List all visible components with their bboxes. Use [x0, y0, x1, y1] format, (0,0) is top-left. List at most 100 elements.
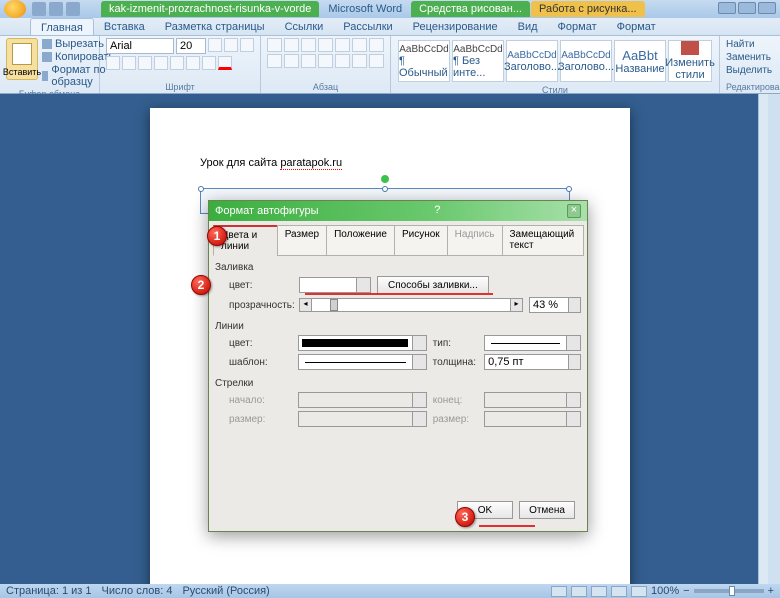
- zoom-value[interactable]: 100%: [651, 585, 679, 597]
- find-button[interactable]: Найти: [726, 38, 780, 51]
- grow-font-button[interactable]: [208, 38, 222, 52]
- status-lang[interactable]: Русский (Россия): [182, 585, 269, 597]
- chevron-down-icon: [356, 278, 370, 292]
- view-full-screen[interactable]: [571, 586, 587, 597]
- tab-mailings[interactable]: Рассылки: [333, 18, 402, 35]
- qat-undo-icon[interactable]: [49, 2, 63, 16]
- line-type-dropdown[interactable]: [484, 335, 581, 351]
- select-button[interactable]: Выделить: [726, 64, 780, 77]
- multilevel-button[interactable]: [301, 38, 316, 52]
- strike-button[interactable]: [154, 56, 168, 70]
- spinner-buttons[interactable]: [568, 355, 580, 369]
- transparency-text: 43 %: [533, 299, 558, 311]
- vertical-scrollbar[interactable]: [768, 94, 780, 584]
- view-draft[interactable]: [631, 586, 647, 597]
- view-print-layout[interactable]: [551, 586, 567, 597]
- cancel-button[interactable]: Отмена: [519, 501, 575, 519]
- status-words[interactable]: Число слов: 4: [102, 585, 173, 597]
- clear-format-button[interactable]: [240, 38, 254, 52]
- style-normal[interactable]: AaBbCcDd¶ Обычный: [398, 40, 450, 82]
- dlg-tab-alttext[interactable]: Замещающий текст: [502, 225, 584, 256]
- shading-button[interactable]: [352, 54, 367, 68]
- subscript-button[interactable]: [170, 56, 184, 70]
- dlg-tab-size[interactable]: Размер: [277, 225, 327, 256]
- line-template-dropdown[interactable]: [298, 354, 426, 370]
- paste-button[interactable]: Вставить: [6, 38, 38, 80]
- slider-dec-button[interactable]: ◂: [300, 299, 312, 311]
- qat-redo-icon[interactable]: [66, 2, 80, 16]
- replace-button[interactable]: Заменить: [726, 51, 780, 64]
- status-page[interactable]: Страница: 1 из 1: [6, 585, 92, 597]
- tab-view[interactable]: Вид: [508, 18, 548, 35]
- tab-insert[interactable]: Вставка: [94, 18, 155, 35]
- maximize-button[interactable]: [738, 2, 756, 14]
- fill-color-dropdown[interactable]: [299, 277, 371, 293]
- dialog-title: Формат автофигуры: [215, 205, 319, 217]
- superscript-button[interactable]: [186, 56, 200, 70]
- tab-format-draw[interactable]: Формат: [548, 18, 607, 35]
- highlight-button[interactable]: [202, 56, 216, 70]
- bold-button[interactable]: [106, 56, 120, 70]
- zoom-in-button[interactable]: +: [768, 585, 774, 597]
- indent-inc-button[interactable]: [335, 38, 350, 52]
- font-size-combo[interactable]: 20: [176, 38, 206, 54]
- slider-inc-button[interactable]: ▸: [510, 299, 522, 311]
- font-name-combo[interactable]: Arial: [106, 38, 174, 54]
- font-color-button[interactable]: [218, 56, 232, 70]
- resize-handle-n[interactable]: [382, 186, 388, 192]
- tab-references[interactable]: Ссылки: [275, 18, 334, 35]
- indent-dec-button[interactable]: [318, 38, 333, 52]
- transparency-value[interactable]: 43 %: [529, 297, 581, 313]
- view-web-layout[interactable]: [591, 586, 607, 597]
- resize-handle-nw[interactable]: [198, 186, 204, 192]
- document-heading: Урок для сайта paratapok.ru: [200, 150, 580, 172]
- tab-layout[interactable]: Разметка страницы: [155, 18, 275, 35]
- align-center-button[interactable]: [284, 54, 299, 68]
- tab-format-pic[interactable]: Формат: [607, 18, 666, 35]
- underline-button[interactable]: [138, 56, 152, 70]
- style-title[interactable]: AaBbtНазвание: [614, 40, 666, 82]
- slider-thumb[interactable]: [330, 299, 338, 311]
- style-name: Заголово...: [504, 61, 560, 73]
- view-outline[interactable]: [611, 586, 627, 597]
- close-button[interactable]: [758, 2, 776, 14]
- show-marks-button[interactable]: [369, 38, 384, 52]
- zoom-slider[interactable]: [694, 589, 764, 593]
- transparency-slider[interactable]: ◂▸: [299, 298, 523, 312]
- style-no-spacing[interactable]: AaBbCcDd¶ Без инте...: [452, 40, 504, 82]
- line-spacing-button[interactable]: [335, 54, 350, 68]
- rotate-handle[interactable]: [381, 175, 389, 183]
- annotation-underline-1: [305, 293, 493, 295]
- office-button[interactable]: [4, 0, 26, 18]
- line-color-dropdown[interactable]: [298, 335, 426, 351]
- zoom-out-button[interactable]: −: [683, 585, 689, 597]
- dialog-close-button[interactable]: ×: [567, 204, 581, 218]
- justify-button[interactable]: [318, 54, 333, 68]
- minimize-button[interactable]: [718, 2, 736, 14]
- tab-home[interactable]: Главная: [30, 18, 94, 35]
- numbering-button[interactable]: [284, 38, 299, 52]
- dlg-tab-textbox: Надпись: [447, 225, 503, 256]
- change-styles-button[interactable]: Изменить стили: [668, 40, 712, 82]
- line-thickness-spinner[interactable]: 0,75 пт: [484, 354, 581, 370]
- resize-handle-ne[interactable]: [566, 186, 572, 192]
- zoom-thumb[interactable]: [729, 586, 735, 596]
- tab-review[interactable]: Рецензирование: [403, 18, 508, 35]
- shrink-font-button[interactable]: [224, 38, 238, 52]
- dialog-help-button[interactable]: ?: [434, 204, 448, 218]
- dlg-tab-position[interactable]: Положение: [326, 225, 395, 256]
- bullets-button[interactable]: [267, 38, 282, 52]
- italic-button[interactable]: [122, 56, 136, 70]
- fill-methods-button[interactable]: Способы заливки...: [377, 276, 489, 294]
- align-left-button[interactable]: [267, 54, 282, 68]
- borders-button[interactable]: [369, 54, 384, 68]
- style-heading2[interactable]: AaBbCcDdЗаголово...: [560, 40, 612, 82]
- style-heading1[interactable]: AaBbCcDdЗаголово...: [506, 40, 558, 82]
- dlg-tab-picture[interactable]: Рисунок: [394, 225, 448, 256]
- qat-save-icon[interactable]: [32, 2, 46, 16]
- sort-button[interactable]: [352, 38, 367, 52]
- style-preview: AaBbCcDd: [561, 50, 610, 61]
- dialog-titlebar[interactable]: Формат автофигуры ? ×: [209, 201, 587, 221]
- align-right-button[interactable]: [301, 54, 316, 68]
- spinner-buttons[interactable]: [568, 298, 580, 312]
